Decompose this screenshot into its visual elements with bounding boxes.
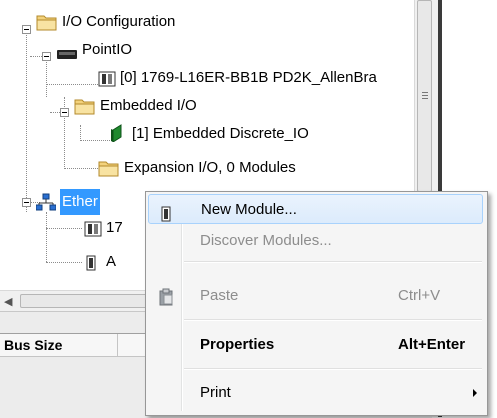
horizontal-scrollbar-thumb[interactable] bbox=[20, 294, 150, 308]
menu-item-print[interactable]: Print bbox=[148, 378, 483, 408]
menu-item-label: Properties bbox=[200, 336, 275, 353]
tree-item-label: [1] Embedded Discrete_IO bbox=[132, 125, 309, 142]
menu-separator bbox=[184, 319, 482, 321]
tree-item-label: 17 bbox=[106, 219, 123, 236]
menu-separator bbox=[184, 368, 482, 370]
folder-icon bbox=[74, 97, 96, 124]
submenu-arrow-icon bbox=[473, 389, 477, 397]
context-menu: New Module... Discover Modules... Paste … bbox=[145, 191, 488, 416]
menu-item-label: New Module... bbox=[201, 201, 297, 218]
tree-item-label: [0] 1769-L16ER-BB1B PD2K_AllenBra bbox=[120, 69, 377, 86]
menu-item-shortcut: Ctrl+V bbox=[398, 287, 441, 304]
tree-item-label-selected: Ether bbox=[60, 189, 100, 215]
grid-column-bus-size[interactable]: Bus Size bbox=[0, 334, 118, 356]
menu-item-properties[interactable]: Properties Alt+Enter bbox=[148, 330, 483, 360]
folder-icon bbox=[36, 13, 58, 40]
backplane-icon bbox=[56, 44, 78, 70]
tree-item-label: I/O Configuration bbox=[62, 13, 176, 30]
controller-module-icon bbox=[84, 220, 102, 246]
menu-item-new-module[interactable]: New Module... bbox=[148, 194, 483, 224]
io-module-icon bbox=[110, 124, 126, 151]
collapse-io-configuration-toggle[interactable] bbox=[22, 25, 31, 34]
device-module-icon bbox=[86, 254, 96, 280]
menu-separator bbox=[184, 261, 482, 263]
tree-item-label: PointIO bbox=[82, 41, 133, 58]
collapse-ethernet-toggle[interactable] bbox=[22, 198, 31, 207]
menu-item-discover-modules[interactable]: Discover Modules... bbox=[148, 226, 483, 256]
ethernet-network-icon bbox=[35, 193, 57, 220]
menu-item-shortcut: Alt+Enter bbox=[398, 336, 466, 353]
tree-item-label: A bbox=[106, 253, 117, 270]
tree-item-label: Expansion I/O, 0 Modules bbox=[124, 159, 296, 176]
collapse-pointio-toggle[interactable] bbox=[42, 52, 51, 61]
scroll-left-arrow-icon[interactable]: ◀ bbox=[4, 295, 12, 308]
menu-item-label: Paste bbox=[200, 287, 239, 304]
folder-icon bbox=[98, 159, 120, 186]
menu-item-label: Discover Modules... bbox=[200, 232, 332, 249]
clipboard-icon bbox=[158, 287, 174, 317]
menu-item-label: Print bbox=[200, 384, 231, 401]
tree-item-label: Embedded I/O bbox=[100, 97, 197, 114]
collapse-embedded-io-toggle[interactable] bbox=[60, 108, 69, 117]
menu-item-paste[interactable]: Paste Ctrl+V bbox=[148, 281, 483, 311]
scrollbar-thumb[interactable] bbox=[417, 0, 432, 192]
grip-icon bbox=[422, 92, 428, 93]
